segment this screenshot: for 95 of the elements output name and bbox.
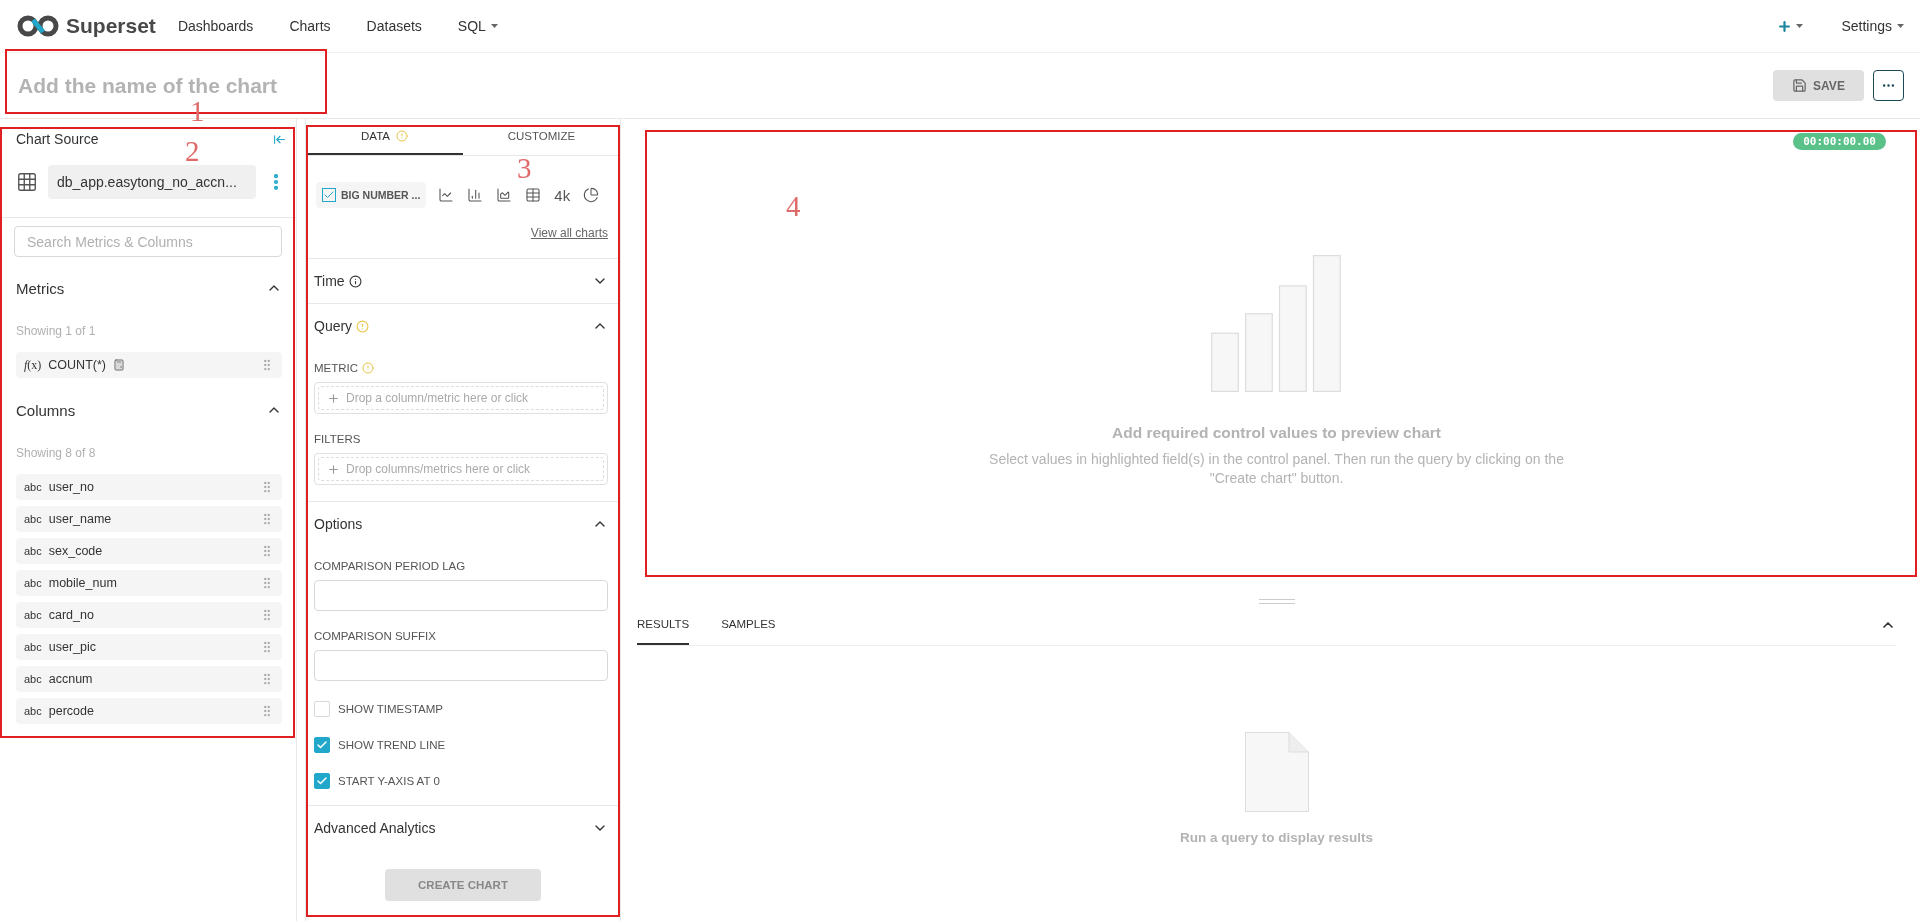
empty-state-title: Add required control values to preview chart xyxy=(1112,424,1441,442)
section-title: Metrics xyxy=(16,279,65,297)
save-icon xyxy=(1792,78,1808,93)
section-header[interactable]: Advanced Analytics xyxy=(314,806,608,850)
section-title: Columns xyxy=(16,401,76,419)
plus-icon xyxy=(327,462,340,476)
check-icon xyxy=(316,739,328,751)
metric-item[interactable]: f(x) COUNT(*) xyxy=(16,352,282,378)
nav-link[interactable]: SQL xyxy=(443,18,520,34)
big-number-button[interactable]: 4k xyxy=(553,185,572,205)
caret-icon xyxy=(1796,24,1804,28)
annotation-number: 4 xyxy=(786,192,801,221)
item-count: Showing 1 of 1 xyxy=(15,323,97,340)
control-label: FILTERS xyxy=(314,433,361,445)
caret-icon xyxy=(1897,24,1904,28)
item-name: COUNT(*) xyxy=(48,358,106,372)
drop-zone-text: Drop columns/metrics here or click xyxy=(346,462,531,476)
type-label: abc xyxy=(24,641,42,653)
view-all-link[interactable]: View all charts xyxy=(530,226,608,240)
column-item[interactable]: abc sex_code xyxy=(16,538,282,564)
control-label: COMPARISON SUFFIX xyxy=(314,630,436,642)
results-tab[interactable]: SAMPLES xyxy=(721,604,776,645)
text-input[interactable] xyxy=(314,650,608,681)
type-label: abc xyxy=(24,577,42,589)
pie-chart-button[interactable] xyxy=(582,186,601,204)
section-header[interactable]: Query xyxy=(314,304,608,348)
save-button[interactable]: SAVE xyxy=(1773,70,1864,101)
settings-menu[interactable]: Settings xyxy=(1827,18,1904,34)
type-label: abc xyxy=(24,705,42,717)
checkbox[interactable] xyxy=(314,773,330,789)
table-icon xyxy=(16,171,38,193)
panel-tab[interactable]: DATA xyxy=(306,119,463,155)
item-name: sex_code xyxy=(48,544,103,558)
item-name: percode xyxy=(48,704,94,718)
column-item[interactable]: abc percode xyxy=(16,698,282,724)
type-label: abc xyxy=(24,545,42,557)
section-title: Query xyxy=(314,318,353,334)
file-icon xyxy=(1244,732,1309,812)
empty-state-description: Select values in highlighted field(s) in the control panel. Then run the query by clicking on the "Create chart" button. xyxy=(988,450,1565,488)
table-chart-button[interactable] xyxy=(524,186,543,204)
section-title: Time xyxy=(314,273,345,289)
results-tab[interactable]: RESULTS xyxy=(637,604,690,645)
item-name: card_no xyxy=(48,608,94,622)
nav-link[interactable]: Datasets xyxy=(352,18,444,34)
column-item[interactable]: abc accnum xyxy=(16,666,282,692)
resize-handle[interactable] xyxy=(1258,599,1295,604)
text-input[interactable] xyxy=(314,580,608,611)
annotation-number: 2 xyxy=(185,137,200,166)
checkbox-label: SHOW TIMESTAMP xyxy=(338,703,443,715)
control-label: METRIC xyxy=(314,362,359,374)
collapse-icon[interactable] xyxy=(273,132,286,146)
section-header[interactable]: Time xyxy=(314,259,608,303)
nav-link[interactable]: Charts xyxy=(275,18,353,34)
plus-icon xyxy=(1777,18,1793,34)
section-header[interactable]: Options xyxy=(314,502,608,546)
check-icon xyxy=(316,775,328,787)
plus-icon xyxy=(327,391,340,405)
dataset-name[interactable]: db_app.easytong_no_accn... xyxy=(48,165,256,199)
more-button[interactable] xyxy=(1873,70,1904,101)
item-name: user_name xyxy=(48,512,112,526)
timer-badge: 00:00:00.00 xyxy=(1793,133,1886,150)
brand-name: Superset xyxy=(66,14,156,38)
checkbox[interactable] xyxy=(314,737,330,753)
type-label: abc xyxy=(24,609,42,621)
checkbox-icon xyxy=(322,188,336,202)
column-item[interactable]: abc mobile_num xyxy=(16,570,282,596)
control-label: COMPARISON PERIOD LAG xyxy=(314,560,466,572)
item-name: user_no xyxy=(48,480,94,494)
column-item[interactable]: abc user_no xyxy=(16,474,282,500)
nav-link[interactable]: Dashboards xyxy=(163,18,276,34)
column-item[interactable]: abc card_no xyxy=(16,602,282,628)
checkbox-label: START Y-AXIS AT 0 xyxy=(338,775,440,787)
column-item[interactable]: abc user_name xyxy=(16,506,282,532)
panel-tab[interactable]: CUSTOMIZE xyxy=(463,119,620,155)
type-label: abc xyxy=(24,673,42,685)
superset-logo-icon xyxy=(16,15,60,37)
drop-zone-text: Drop a column/metric here or click xyxy=(346,391,529,405)
section-title: Advanced Analytics xyxy=(314,820,436,836)
chart-type-chip[interactable]: BIG NUMBER ... xyxy=(316,182,427,208)
item-name: mobile_num xyxy=(48,576,117,590)
empty-results-message: Run a query to display results xyxy=(1180,830,1373,845)
type-label: abc xyxy=(24,481,42,493)
search-field[interactable]: Search Metrics & Columns xyxy=(14,226,282,257)
item-name: user_pic xyxy=(48,640,96,654)
function-icon: f(x) xyxy=(24,357,42,373)
annotation-number: 3 xyxy=(517,154,532,183)
caret-icon xyxy=(490,24,498,28)
item-name: accnum xyxy=(48,672,93,686)
type-label: abc xyxy=(24,513,42,525)
section-title: Options xyxy=(314,516,363,532)
column-item[interactable]: abc user_pic xyxy=(16,634,282,660)
calculator-icon xyxy=(113,359,125,371)
item-count: Showing 8 of 8 xyxy=(15,445,97,462)
panel-title: Chart Source xyxy=(16,131,99,147)
checkbox-label: SHOW TREND LINE xyxy=(338,739,446,751)
